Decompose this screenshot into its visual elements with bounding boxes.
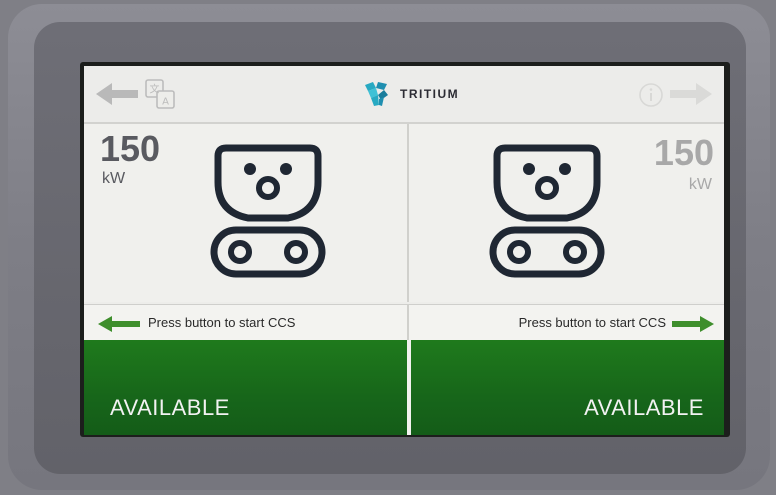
back-button[interactable] — [94, 80, 142, 108]
status-bar-right[interactable]: AVAILABLE — [411, 340, 724, 435]
start-prompt-text: Press button to start CCS — [148, 315, 296, 330]
info-icon — [639, 83, 663, 107]
forward-button[interactable] — [666, 80, 714, 108]
left-arrow-icon — [98, 316, 140, 332]
svg-text:A: A — [162, 97, 169, 108]
power-unit: kW — [102, 170, 126, 187]
right-arrow-icon — [672, 316, 714, 332]
forward-arrow-icon — [670, 83, 712, 105]
display-screen: 文 A TRITIUM 150 kW 150 kW Press button t… — [80, 62, 730, 437]
start-prompt-left: Press button to start CCS — [84, 304, 409, 341]
ccs-connector-icon — [210, 144, 326, 278]
status-label: AVAILABLE — [584, 395, 704, 420]
language-button[interactable]: 文 A — [144, 78, 176, 110]
tritium-logo-icon — [365, 82, 388, 106]
power-unit: kW — [688, 176, 712, 193]
power-value: 150 — [653, 132, 714, 173]
header-bar: 文 A TRITIUM — [84, 66, 724, 124]
back-arrow-icon — [96, 83, 138, 105]
power-value: 150 — [100, 128, 161, 169]
status-label: AVAILABLE — [110, 395, 230, 420]
connector-panel-right[interactable]: 150 kW — [409, 124, 724, 302]
start-prompt-right: Press button to start CCS — [409, 304, 724, 341]
svg-text:文: 文 — [150, 83, 160, 96]
language-icon: 文 A — [145, 79, 175, 109]
start-prompt-text: Press button to start CCS — [518, 315, 666, 330]
status-bar-left[interactable]: AVAILABLE — [84, 340, 407, 435]
connector-panel-left[interactable]: 150 kW — [84, 124, 409, 302]
ccs-connector-icon — [489, 144, 605, 278]
screen-content: 文 A TRITIUM 150 kW 150 kW Press button t… — [84, 66, 724, 435]
brand-name: TRITIUM — [400, 87, 460, 101]
info-button[interactable] — [638, 82, 664, 108]
brand-logo: TRITIUM — [362, 79, 459, 109]
